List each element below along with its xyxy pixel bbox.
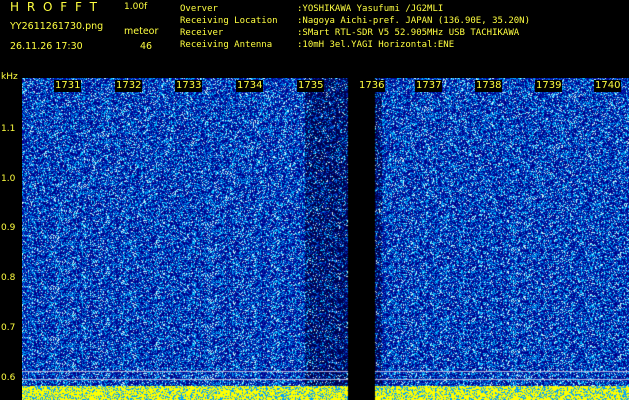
image-filename: YY2611261730.png (10, 21, 104, 32)
y-tick-label: 0.9 (1, 223, 16, 233)
time-label: 1736 (358, 80, 386, 92)
time-label: 1735 (297, 80, 325, 92)
y-tick-label: 0.8 (1, 273, 16, 283)
waterfall-canvas[interactable] (22, 78, 629, 400)
antenna-label: Receiving Antenna (180, 40, 273, 50)
app-title: H R O F F T (10, 0, 100, 14)
meteor-count-label: meteor (124, 26, 159, 37)
app-version: 1.00f (124, 2, 148, 12)
time-label: 1739 (535, 80, 563, 92)
waterfall-spectrogram[interactable] (22, 78, 629, 400)
receiver-value: :SMart RTL-SDR V5 52.905MHz USB TACHIKAW… (297, 28, 520, 38)
time-label: 1740 (594, 80, 622, 92)
y-tick-label: 1.1 (1, 124, 16, 134)
time-label: 1733 (175, 80, 203, 92)
time-label: 1737 (415, 80, 443, 92)
capture-datetime: 26.11.26 17:30 (10, 41, 83, 52)
frequency-unit-label: kHz (1, 72, 18, 82)
y-tick-label: 1.0 (1, 174, 16, 184)
observer-value: :YOSHIKAWA Yasufumi /JG2MLI (297, 4, 444, 14)
location-value: :Nagoya Aichi-pref. JAPAN (136.90E, 35.2… (297, 16, 530, 26)
time-label: 1731 (54, 80, 82, 92)
y-tick-label: 0.7 (1, 323, 16, 333)
header-panel: H R O F F T 1.00f YY2611261730.png 26.11… (0, 0, 629, 76)
time-label: 1738 (475, 80, 503, 92)
y-tick-label: 0.6 (1, 373, 16, 383)
time-label: 1734 (236, 80, 264, 92)
receiver-label: Receiver (180, 28, 224, 38)
location-label: Receiving Location (180, 16, 278, 26)
time-label: 1732 (115, 80, 143, 92)
meteor-count-value: 46 (140, 41, 153, 52)
observer-label: Overver (180, 4, 218, 14)
antenna-value: :10mH 3el.YAGI Horizontal:ENE (297, 40, 455, 50)
